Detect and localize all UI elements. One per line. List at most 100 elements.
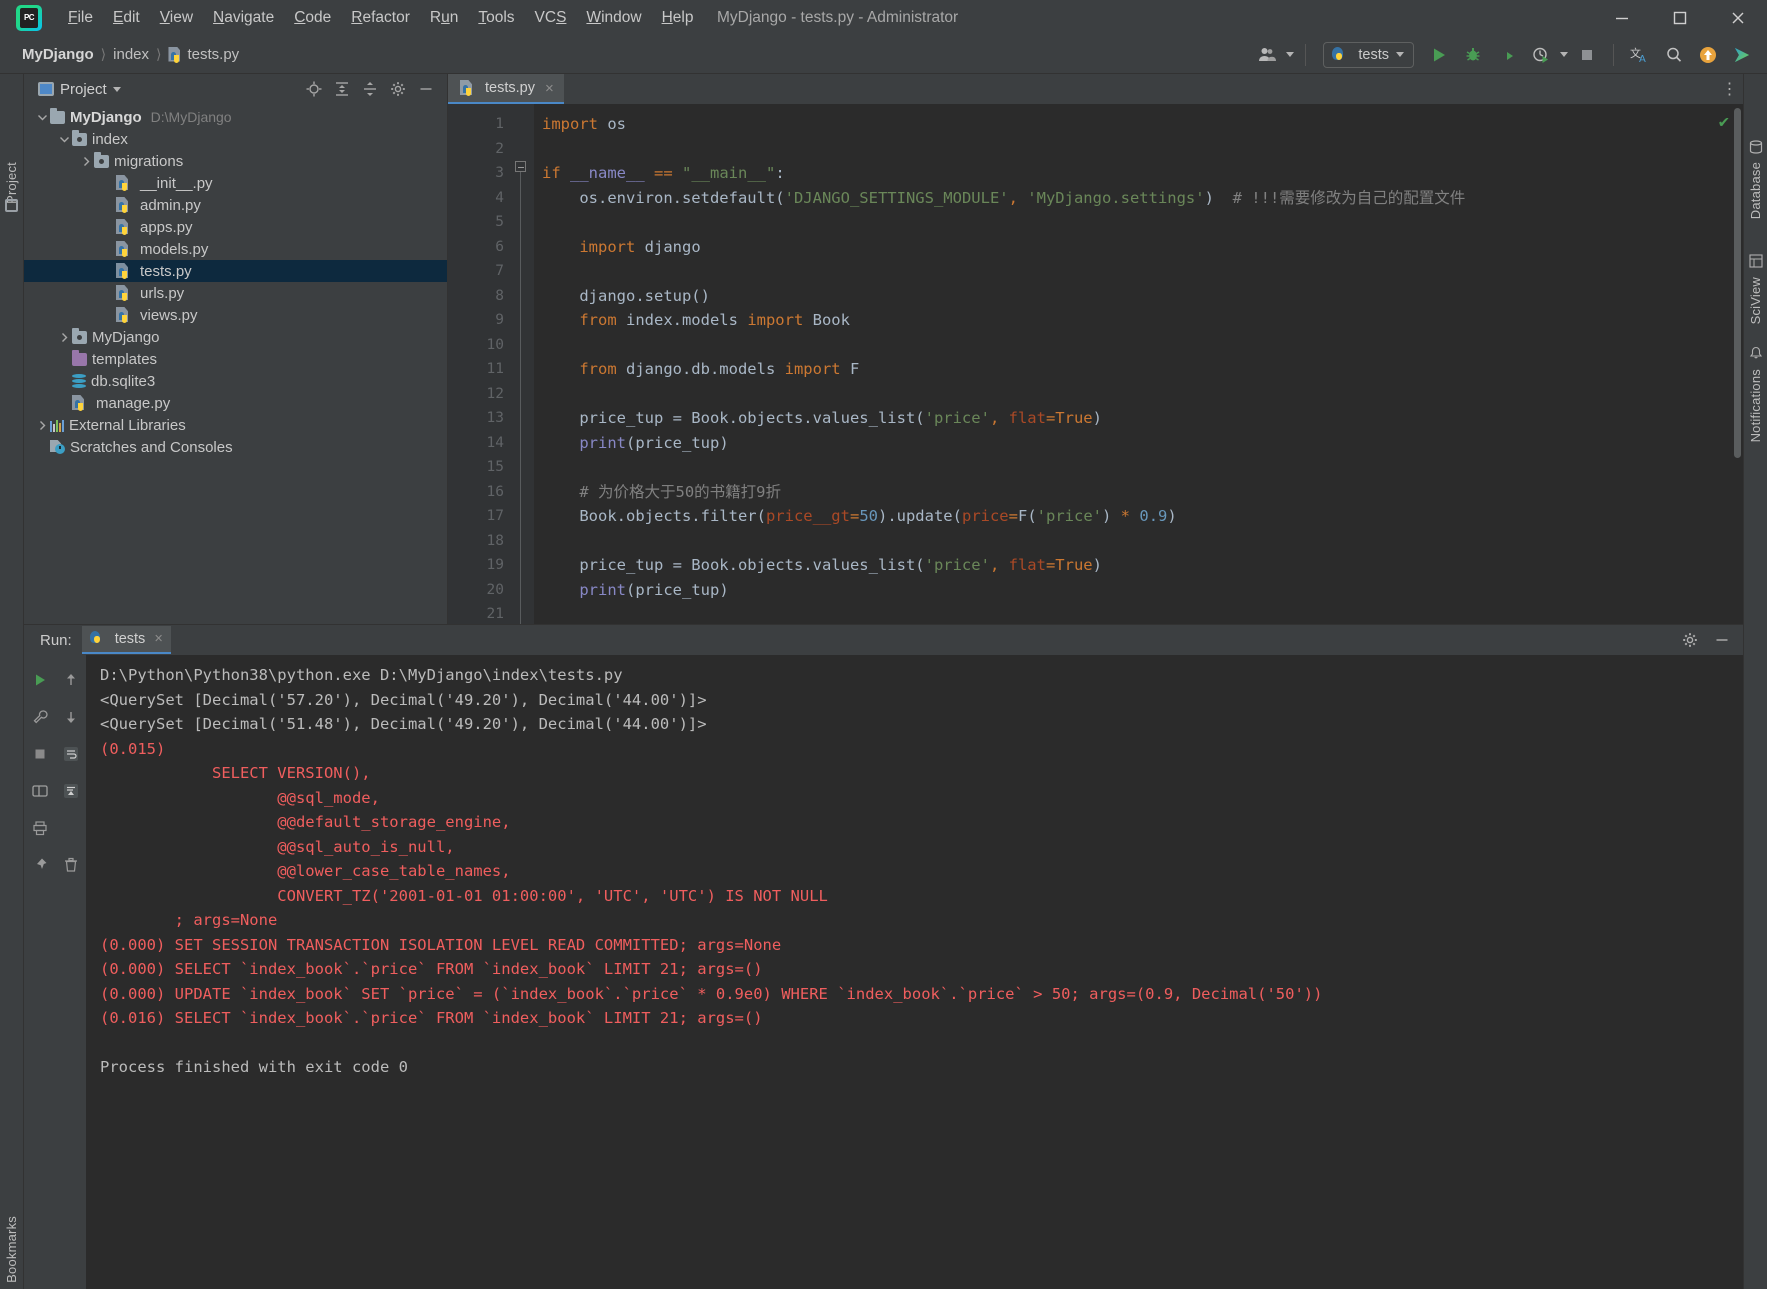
down-arrow-icon[interactable] — [58, 704, 84, 730]
breadcrumb-file[interactable]: tests.py — [187, 46, 239, 63]
chevron-down-icon[interactable] — [56, 131, 72, 147]
code-token: print — [579, 433, 626, 452]
code-token: django — [635, 237, 701, 256]
tree-node-scratches-and-consoles[interactable]: Scratches and Consoles — [24, 436, 447, 458]
inspection-status-icon[interactable]: ✔ — [1719, 112, 1729, 132]
debug-icon[interactable] — [1458, 41, 1488, 69]
tree-node-views-py[interactable]: views.py — [24, 304, 447, 326]
line-number-gutter: 1 2 3 4 5 6 7 8 9 10 11 12 13 14 15 16 17 18 19 20 21 — [448, 104, 526, 624]
rail-item-notifications[interactable]: Notifications — [1748, 369, 1763, 442]
chevron-down-icon[interactable] — [34, 109, 50, 125]
rail-item-bookmarks[interactable]: Bookmarks — [4, 1216, 19, 1283]
menu-navigate[interactable]: Navigate — [203, 6, 284, 30]
tree-node-index[interactable]: index — [24, 128, 447, 150]
breadcrumb-index[interactable]: index — [113, 46, 149, 63]
user-dropdown-caret-icon[interactable] — [1286, 52, 1295, 57]
menu-view[interactable]: View — [150, 6, 203, 30]
run-icon[interactable] — [1424, 41, 1454, 69]
hide-panel-icon[interactable] — [413, 77, 439, 101]
tree-node-db-sqlite3[interactable]: db.sqlite3 — [24, 370, 447, 392]
tree-node-mydjango[interactable]: MyDjango — [24, 326, 447, 348]
trash-icon[interactable] — [58, 852, 84, 878]
menu-tools[interactable]: Tools — [468, 6, 524, 30]
close-button[interactable] — [1709, 0, 1767, 36]
code-token: 'DJANGO_SETTINGS_MODULE' — [784, 188, 1009, 207]
close-icon[interactable]: × — [545, 80, 554, 97]
stop-icon[interactable] — [1572, 41, 1602, 69]
menu-vcs[interactable]: VCS — [525, 6, 577, 30]
settings-icon[interactable] — [1677, 628, 1703, 652]
tree-node-tests-py[interactable]: tests.py — [24, 260, 447, 282]
close-icon[interactable]: × — [154, 631, 162, 647]
expand-all-icon[interactable] — [329, 77, 355, 101]
soft-wrap-icon[interactable] — [58, 741, 84, 767]
tree-node-external-libraries[interactable]: External Libraries — [24, 414, 447, 436]
rail-item-database[interactable]: Database — [1748, 162, 1763, 219]
line-number: 5 — [495, 214, 504, 230]
tree-node-manage-py[interactable]: manage.py — [24, 392, 447, 414]
translate-icon[interactable]: 文 A — [1625, 41, 1655, 69]
menu-code[interactable]: Code — [284, 6, 341, 30]
wrench-icon[interactable] — [27, 704, 53, 730]
tree-node-urls-py[interactable]: urls.py — [24, 282, 447, 304]
fold-toggle-icon[interactable] — [515, 161, 526, 172]
scroll-to-end-icon[interactable] — [58, 778, 84, 804]
stop-icon[interactable] — [27, 741, 53, 767]
user-avatar-icon[interactable] — [1252, 41, 1282, 69]
code-editor[interactable]: 1 2 3 4 5 6 7 8 9 10 11 12 13 14 15 16 17 18 19 20 21 import… — [448, 104, 1743, 624]
tree-node-apps-py[interactable]: apps.py — [24, 216, 447, 238]
chevron-right-icon[interactable] — [56, 329, 72, 345]
menu-file[interactable]: File — [58, 6, 103, 30]
locate-icon[interactable] — [301, 77, 327, 101]
tree-node-templates[interactable]: templates — [24, 348, 447, 370]
layout-icon[interactable] — [27, 778, 53, 804]
tree-node-migrations[interactable]: migrations — [24, 150, 447, 172]
code-content[interactable]: import os if __name__ == "__main__": os.… — [534, 104, 1743, 624]
collapse-all-icon[interactable] — [357, 77, 383, 101]
menu-window[interactable]: Window — [576, 6, 651, 30]
pin-icon[interactable] — [27, 852, 53, 878]
minimize-button[interactable] — [1593, 0, 1651, 36]
rail-item-sciview[interactable]: SciView — [1748, 277, 1763, 324]
profile-icon[interactable] — [1526, 41, 1556, 69]
fold-column[interactable] — [510, 104, 534, 624]
menu-help[interactable]: Help — [652, 6, 704, 30]
tree-node-admin-py[interactable]: admin.py — [24, 194, 447, 216]
code-token: import — [542, 115, 598, 133]
tree-node--init-py[interactable]: __init__.py — [24, 172, 447, 194]
menu-edit[interactable]: Edit — [103, 6, 150, 30]
line-number: 12 — [486, 385, 504, 402]
tree-node-mydjango[interactable]: MyDjango D:\MyDjango — [24, 106, 447, 128]
chevron-right-icon[interactable] — [78, 153, 94, 169]
maximize-button[interactable] — [1651, 0, 1709, 36]
run-with-coverage-icon[interactable] — [1492, 41, 1522, 69]
chevron-down-icon[interactable] — [1396, 52, 1404, 57]
update-icon[interactable] — [1693, 41, 1723, 69]
run-tab-tests[interactable]: tests × — [81, 626, 171, 654]
tab-tests-py[interactable]: tests.py × — [448, 74, 564, 104]
tree-node-label: Scratches and Consoles — [70, 438, 233, 456]
rail-item-project[interactable]: Project — [4, 162, 19, 204]
code-token: index.models — [616, 311, 748, 329]
chevron-down-icon[interactable] — [112, 86, 121, 92]
editor-scrollbar[interactable] — [1734, 108, 1741, 458]
run-configuration-selector[interactable]: tests — [1323, 41, 1414, 68]
settings-icon[interactable] — [385, 77, 411, 101]
project-tree[interactable]: MyDjango D:\MyDjango index migrations __init… — [24, 104, 447, 624]
print-icon[interactable] — [27, 815, 53, 841]
up-arrow-icon[interactable] — [58, 667, 84, 693]
breadcrumb-project[interactable]: MyDjango — [22, 46, 94, 63]
tree-node-models-py[interactable]: models.py — [24, 238, 447, 260]
play-brand-icon[interactable] — [1727, 41, 1757, 69]
search-icon[interactable] — [1659, 41, 1689, 69]
chevron-right-icon[interactable] — [34, 417, 50, 433]
run-console-output[interactable]: D:\Python\Python38\python.exe D:\MyDjang… — [86, 655, 1743, 1289]
menu-run[interactable]: Run — [420, 6, 468, 30]
more-options-icon[interactable]: ⋮ — [1717, 74, 1743, 104]
menu-refactor[interactable]: Refactor — [341, 6, 420, 30]
profile-dropdown-caret-icon[interactable] — [1560, 52, 1568, 57]
rerun-icon[interactable] — [27, 667, 53, 693]
line-number: 19 — [486, 557, 504, 573]
hide-panel-icon[interactable] — [1709, 628, 1735, 652]
